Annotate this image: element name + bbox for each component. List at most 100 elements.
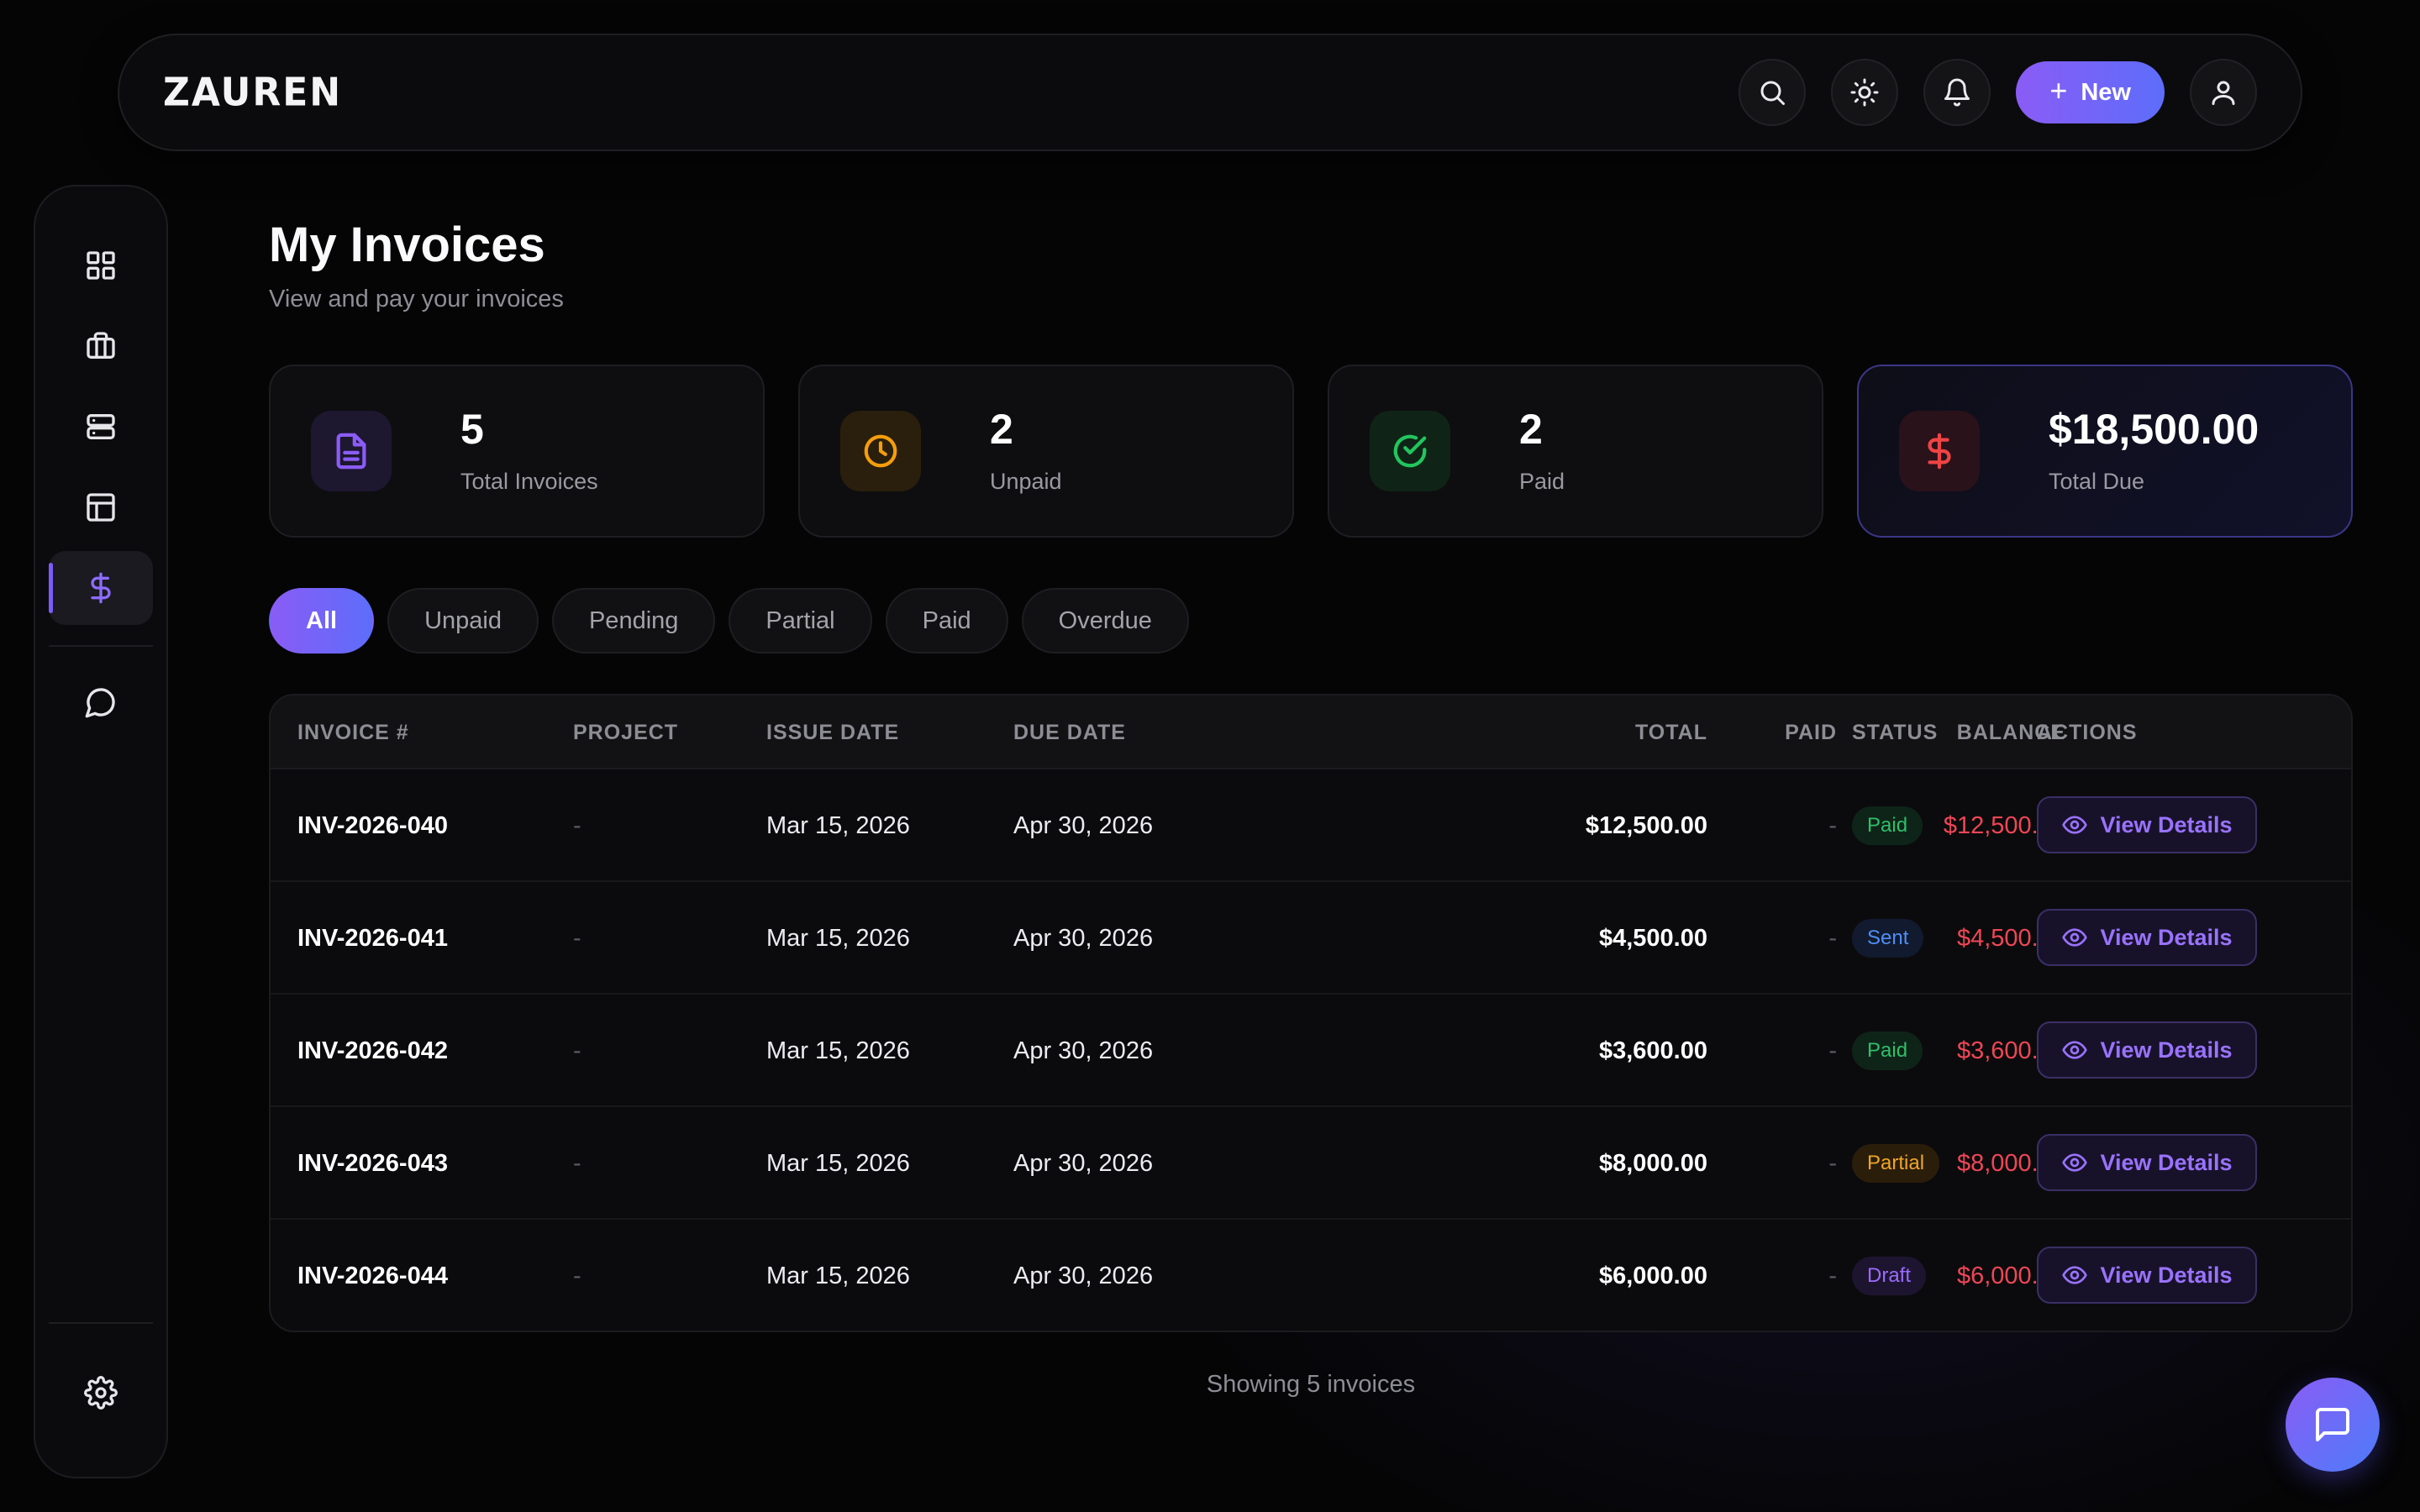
results-count: Showing 5 invoices xyxy=(1206,1371,1416,1398)
project-cell: - xyxy=(573,1150,581,1177)
eye-icon xyxy=(2062,1266,2088,1284)
sidebar-item-dashboard[interactable] xyxy=(49,228,153,302)
status-badge: Sent xyxy=(1852,919,1924,958)
col-due-date[interactable]: DUE DATE xyxy=(1013,696,1126,769)
issue-date-cell: Mar 15, 2026 xyxy=(766,925,910,952)
invoice-number[interactable]: INV-2026-041 xyxy=(297,882,448,995)
stat-icon-wrap xyxy=(1370,411,1450,491)
sidebar-divider xyxy=(49,645,153,647)
due-date-cell: Apr 30, 2026 xyxy=(1013,1037,1154,1064)
stat-label: Unpaid xyxy=(990,468,1062,494)
filter-overdue[interactable]: Overdue xyxy=(1021,588,1189,654)
sidebar-item-messages[interactable] xyxy=(49,665,153,739)
issue-date-cell: Mar 15, 2026 xyxy=(766,1263,910,1289)
stat-text: 2 Unpaid xyxy=(990,408,1062,495)
file-text-icon xyxy=(336,433,366,470)
col-issue-date[interactable]: ISSUE DATE xyxy=(766,696,899,769)
balance-cell: $4,500.00 xyxy=(1956,925,2065,952)
invoice-number[interactable]: INV-2026-042 xyxy=(297,995,448,1107)
sidebar-item-templates[interactable] xyxy=(49,470,153,544)
stat-label: Total Invoices xyxy=(460,468,598,494)
filter-partial[interactable]: Partial xyxy=(729,588,872,654)
stat-icon-wrap xyxy=(840,411,921,491)
search-icon xyxy=(1760,81,1786,105)
table-row[interactable]: INV-2026-042 - Mar 15, 2026 Apr 30, 2026 $3,… xyxy=(271,995,2351,1107)
dollar-icon xyxy=(1928,433,1951,470)
sidebar-item-services[interactable] xyxy=(49,390,153,464)
chat-fab-button[interactable] xyxy=(2286,1378,2380,1472)
view-details-label: View Details xyxy=(2100,1149,2233,1175)
page-title: My Invoices xyxy=(269,218,545,272)
status-badge: Paid xyxy=(1852,1032,1923,1070)
table-row[interactable]: INV-2026-043- Mar 15, 2026 Apr 30, 2026 $8,… xyxy=(271,1107,2351,1220)
table-row[interactable]: INV-2026-044 - Mar 15, 2026 Apr 30, 2026 $6,… xyxy=(271,1220,2351,1331)
stat-value: 2 xyxy=(990,405,1013,453)
dollar-icon xyxy=(91,572,111,604)
layout-icon xyxy=(87,493,115,522)
sidebar-item-projects[interactable] xyxy=(49,309,153,383)
sidebar-divider-bottom xyxy=(49,1322,153,1324)
new-button-label: New xyxy=(2081,78,2131,106)
col-project[interactable]: PROJECT xyxy=(573,696,678,769)
briefcase-icon xyxy=(87,332,115,359)
stat-card-total-due: $18,500.00 Total Due xyxy=(1857,365,2353,538)
eye-icon xyxy=(2062,928,2088,947)
status-filter-bar: All Unpaid Pending Partial Paid Overdue xyxy=(269,588,1189,654)
view-details-button[interactable]: View Details xyxy=(2037,1021,2257,1079)
view-details-label: View Details xyxy=(2100,811,2233,837)
profile-button[interactable] xyxy=(2190,59,2257,126)
view-details-button[interactable]: View Details xyxy=(2037,909,2257,966)
view-details-button[interactable]: View Details xyxy=(2037,1134,2257,1191)
grid-icon xyxy=(87,251,115,280)
eye-icon xyxy=(2062,1041,2088,1059)
balance-cell: $3,600.00 xyxy=(1956,1037,2065,1064)
brand-logo[interactable]: ZAUREN xyxy=(163,70,342,115)
filter-all[interactable]: All xyxy=(269,588,375,654)
sidebar-item-settings[interactable] xyxy=(49,1356,153,1430)
project-cell: - xyxy=(573,1037,581,1064)
table-header: INVOICE # PROJECT ISSUE DATE DUE DATE TO… xyxy=(271,696,2351,769)
table-row[interactable]: INV-2026-040 - Mar 15, 2026 Apr 30, 2026 $12… xyxy=(271,769,2351,882)
balance-cell: $12,500.00 xyxy=(1943,812,2065,839)
clock-icon xyxy=(864,434,897,468)
filter-paid[interactable]: Paid xyxy=(885,588,1008,654)
filter-pending[interactable]: Pending xyxy=(551,588,716,654)
view-details-label: View Details xyxy=(2100,1262,2233,1288)
view-details-button[interactable]: View Details xyxy=(2037,1247,2257,1304)
view-details-button[interactable]: View Details xyxy=(2037,796,2257,853)
notifications-button[interactable] xyxy=(1923,59,1991,126)
stat-value: $18,500.00 xyxy=(2049,405,2260,453)
invoice-number[interactable]: INV-2026-044 xyxy=(297,1220,448,1331)
message-icon xyxy=(85,688,115,718)
status-badge: Partial xyxy=(1852,1144,1940,1183)
settings-icon xyxy=(84,1376,118,1410)
eye-icon xyxy=(2062,816,2088,834)
filter-unpaid[interactable]: Unpaid xyxy=(387,588,539,654)
issue-date-cell: Mar 15, 2026 xyxy=(766,1037,910,1064)
new-button[interactable]: + New xyxy=(2016,61,2165,123)
table-body: INV-2026-040 - Mar 15, 2026 Apr 30, 2026 $12… xyxy=(271,769,2351,1331)
topbar-actions: + New xyxy=(1739,59,2257,126)
project-cell: - xyxy=(573,812,581,839)
top-bar: ZAUREN + New xyxy=(118,34,2302,151)
stat-text: $18,500.00 Total Due xyxy=(2049,408,2259,495)
stat-icon-wrap xyxy=(1899,411,1980,491)
invoice-number[interactable]: INV-2026-040 xyxy=(297,769,448,882)
invoices-table: INVOICE # PROJECT ISSUE DATE DUE DATE TO… xyxy=(269,694,2353,1332)
col-invoice[interactable]: INVOICE # xyxy=(297,696,409,769)
issue-date-cell: Mar 15, 2026 xyxy=(766,1150,910,1177)
sidebar-item-invoices[interactable] xyxy=(49,551,153,625)
check-circle-icon xyxy=(1393,434,1427,468)
table-row[interactable]: INV-2026-041 - Mar 15, 2026 Apr 30, 2026 $4,… xyxy=(271,882,2351,995)
eye-icon xyxy=(2062,1153,2088,1172)
search-button[interactable] xyxy=(1739,59,1807,126)
invoice-number[interactable]: INV-2026-043 xyxy=(297,1107,448,1220)
theme-toggle-button[interactable] xyxy=(1831,59,1899,126)
balance-cell: $6,000.00 xyxy=(1956,1263,2065,1289)
view-details-label: View Details xyxy=(2100,924,2233,950)
stat-card-total-invoices: 5 Total Invoices xyxy=(269,365,765,538)
sidebar xyxy=(34,185,168,1478)
project-cell: - xyxy=(573,925,581,952)
due-date-cell: Apr 30, 2026 xyxy=(1013,925,1154,952)
col-status[interactable]: STATUS xyxy=(1852,696,1938,769)
